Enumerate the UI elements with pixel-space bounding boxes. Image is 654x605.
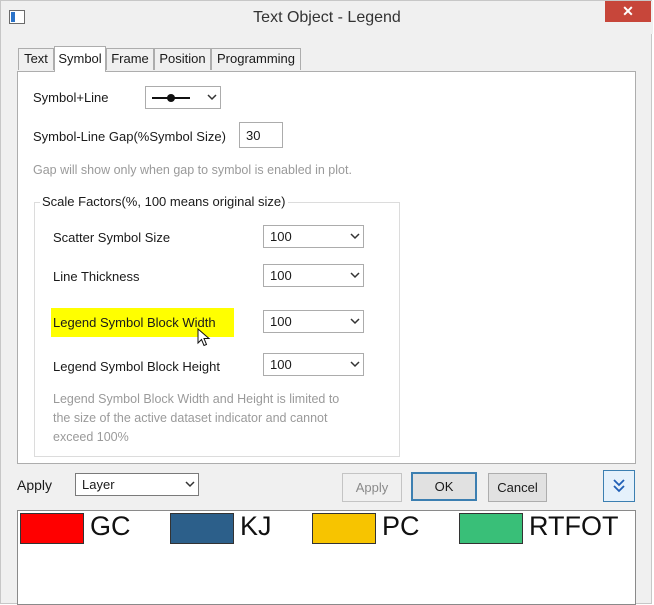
legend-swatch-kj [170,513,234,544]
legend-label-gc: GC [90,511,131,541]
legend-label-rtfot: RTFOT [529,511,619,541]
block-height-value: 100 [270,357,292,372]
line-thickness-combo[interactable]: 100 [263,264,364,287]
legend-label-pc: PC [382,511,420,541]
tab-symbol[interactable]: Symbol [54,46,106,72]
ok-button[interactable]: OK [411,472,477,501]
line-thickness-value: 100 [270,268,292,283]
gap-input[interactable]: 30 [239,122,283,148]
apply-scope-combo[interactable]: Layer [75,473,199,496]
dialog-window: Text Object - Legend ✕ Text Symbol Frame… [0,0,653,605]
chevron-down-icon [350,360,360,368]
legend-swatch-rtfot [459,513,523,544]
gap-label: Symbol-Line Gap(%Symbol Size) [33,129,226,144]
gap-hint: Gap will show only when gap to symbol is… [33,163,352,177]
block-width-combo[interactable]: 100 [263,310,364,333]
double-chevron-down-icon [613,479,625,493]
limit-hint-line-3: exceed 100% [53,430,129,444]
legend-swatch-pc [312,513,376,544]
close-button[interactable]: ✕ [605,1,651,22]
apply-scope-value: Layer [82,477,115,492]
scatter-size-value: 100 [270,229,292,244]
limit-hint-line-1: Legend Symbol Block Width and Height is … [53,392,340,406]
block-height-label: Legend Symbol Block Height [53,359,220,374]
mouse-cursor-icon [197,328,211,347]
title-bar[interactable]: Text Object - Legend ✕ [1,1,653,34]
chevron-down-icon [350,317,360,325]
apply-button[interactable]: Apply [342,473,402,502]
legend-label-kj: KJ [240,511,272,541]
scale-factors-title: Scale Factors(%, 100 means original size… [40,194,288,209]
expand-button[interactable] [603,470,635,502]
chevron-down-icon [207,93,217,101]
block-width-value: 100 [270,314,292,329]
chevron-down-icon [185,480,195,488]
limit-hint-line-2: the size of the active dataset indicator… [53,411,328,425]
legend-swatch-gc [20,513,84,544]
line-thickness-label: Line Thickness [53,269,140,284]
block-width-label: Legend Symbol Block Width [53,315,216,330]
symbol-line-combo[interactable] [145,86,221,109]
apply-label: Apply [17,477,53,493]
gap-value: 30 [246,128,261,143]
tab-position[interactable]: Position [154,48,211,70]
scatter-size-label: Scatter Symbol Size [53,230,171,245]
block-height-combo[interactable]: 100 [263,353,364,376]
chevron-down-icon [350,232,360,240]
close-icon: ✕ [622,3,634,19]
tab-programming[interactable]: Programming [211,48,301,70]
scatter-size-combo[interactable]: 100 [263,225,364,248]
tab-text[interactable]: Text [18,48,54,70]
tab-frame[interactable]: Frame [106,48,154,70]
cancel-button[interactable]: Cancel [488,473,547,502]
line-symbol-icon [152,94,190,102]
symbol-line-label: Symbol+Line [33,90,109,105]
window-title: Text Object - Legend [253,9,401,26]
chevron-down-icon [350,271,360,279]
legend-preview: GC KJ PC RTFOT [17,510,636,605]
